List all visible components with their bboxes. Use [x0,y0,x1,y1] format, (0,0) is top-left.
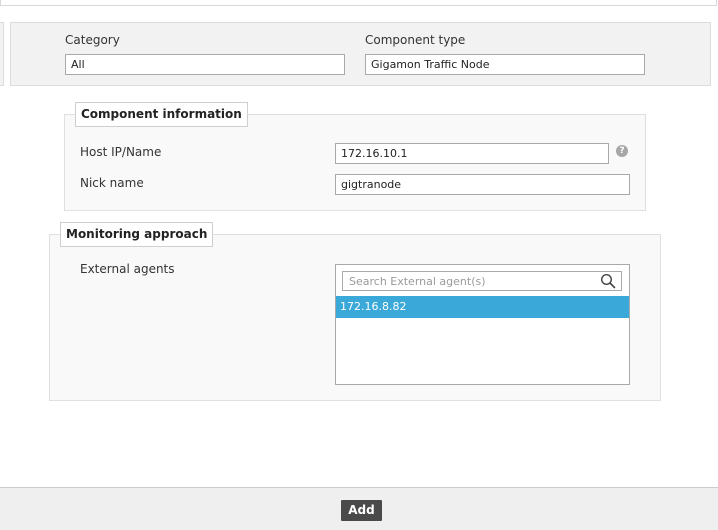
agent-list-item[interactable]: 172.16.8.82 [336,296,629,318]
add-button[interactable]: Add [341,500,382,521]
component-type-label: Component type [365,33,466,47]
footer-bar: Add [0,487,718,530]
left-panel-edge [0,22,4,86]
external-agents-listbox[interactable]: 172.16.8.82 [335,264,630,385]
agent-search-input[interactable] [343,272,593,290]
category-label: Category [65,33,120,47]
monitoring-approach-legend: Monitoring approach [60,222,214,247]
agent-search-box[interactable] [342,271,622,291]
component-information-legend: Component information [75,102,248,127]
external-agents-label: External agents [80,262,175,276]
help-icon[interactable]: ? [616,145,628,157]
category-select[interactable]: All [65,54,345,75]
host-ip-input[interactable]: 172.16.10.1 [335,143,609,164]
nick-name-label: Nick name [80,176,144,190]
component-type-select[interactable]: Gigamon Traffic Node [365,54,645,75]
nick-name-input[interactable]: gigtranode [335,174,630,195]
top-frame [0,0,717,6]
host-ip-label: Host IP/Name [80,145,162,159]
search-icon[interactable] [600,273,616,289]
